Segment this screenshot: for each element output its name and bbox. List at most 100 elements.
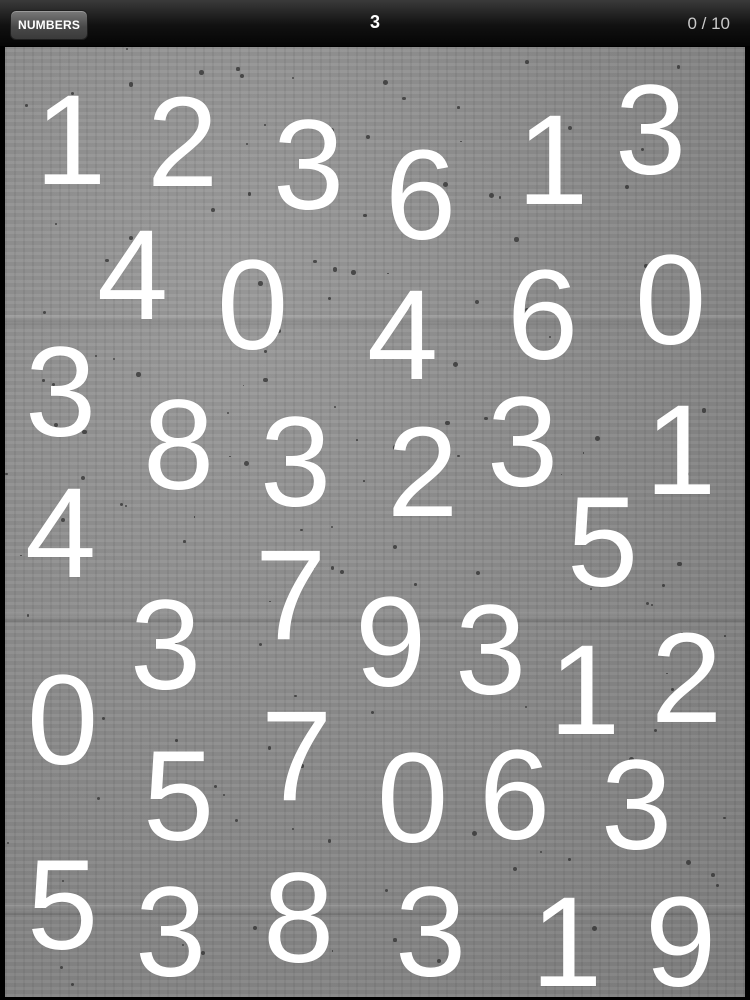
- concrete-pit: [124, 505, 127, 507]
- board-digit[interactable]: 1: [645, 387, 716, 515]
- concrete-pit: [43, 311, 47, 315]
- concrete-pit: [402, 96, 406, 101]
- concrete-pit: [514, 237, 519, 242]
- concrete-pit: [26, 614, 30, 617]
- concrete-pit: [582, 452, 585, 454]
- board-digit[interactable]: 1: [35, 77, 106, 205]
- concrete-pit: [366, 134, 370, 139]
- board-digit[interactable]: 3: [601, 742, 672, 870]
- board-digit[interactable]: 4: [97, 212, 168, 340]
- concrete-pit: [333, 406, 336, 409]
- concrete-pit: [7, 842, 10, 845]
- concrete-pit: [327, 839, 331, 843]
- concrete-pit: [715, 884, 719, 888]
- concrete-pit: [471, 830, 477, 836]
- concrete-pit: [246, 143, 249, 146]
- board-digit[interactable]: 9: [645, 879, 716, 998]
- board-digit[interactable]: 0: [217, 242, 288, 370]
- board-digit[interactable]: 7: [261, 693, 332, 821]
- board-digit[interactable]: 2: [147, 79, 218, 207]
- concrete-pit: [240, 74, 245, 79]
- concrete-pit: [677, 562, 682, 567]
- board-digit[interactable]: 3: [455, 587, 526, 715]
- concrete-pit: [723, 816, 727, 820]
- concrete-pit: [686, 860, 692, 865]
- board-digit[interactable]: 0: [377, 735, 448, 863]
- board-digit[interactable]: 6: [479, 732, 550, 860]
- board-digit[interactable]: 5: [143, 733, 214, 861]
- concrete-pit: [70, 983, 74, 987]
- concrete-pit: [384, 888, 388, 892]
- concrete-pit: [226, 412, 229, 415]
- concrete-pit: [560, 473, 563, 476]
- board-digit[interactable]: 8: [143, 382, 214, 510]
- concrete-pit: [125, 47, 128, 50]
- board-digit[interactable]: 3: [487, 379, 558, 507]
- concrete-pit: [474, 300, 479, 305]
- concrete-pit: [452, 362, 458, 368]
- board-digit[interactable]: 3: [130, 582, 201, 710]
- game-board: 1236134046038323145793312057063538319: [5, 47, 745, 997]
- concrete-pit: [96, 796, 101, 800]
- concrete-pit: [568, 858, 571, 861]
- board-digit[interactable]: 5: [27, 842, 98, 970]
- concrete-pit: [214, 785, 217, 789]
- board-digit[interactable]: 4: [367, 272, 438, 400]
- concrete-pit: [291, 77, 294, 80]
- concrete-pit: [20, 554, 23, 557]
- board-digit[interactable]: 7: [255, 532, 326, 660]
- concrete-pit: [183, 540, 186, 543]
- board-digit[interactable]: 3: [395, 869, 466, 997]
- concrete-pit: [327, 296, 331, 300]
- concrete-pit: [363, 480, 365, 482]
- concrete-pit: [242, 384, 245, 387]
- concrete-pit: [25, 104, 28, 107]
- board-digit[interactable]: 1: [517, 97, 588, 225]
- concrete-pit: [498, 196, 502, 199]
- board-digit[interactable]: 5: [567, 479, 638, 607]
- concrete-pit: [313, 259, 317, 263]
- concrete-pit: [128, 82, 134, 87]
- board-digit[interactable]: 9: [355, 579, 426, 707]
- top-toolbar: NUMBERS 3 0 / 10: [0, 0, 750, 47]
- board-digit[interactable]: 3: [135, 869, 206, 997]
- board-digit[interactable]: 3: [25, 329, 96, 457]
- board-digit[interactable]: 6: [507, 252, 578, 380]
- concrete-pit: [392, 545, 397, 550]
- board-digit[interactable]: 0: [27, 657, 98, 785]
- concrete-pit: [524, 59, 529, 64]
- concrete-pit: [55, 223, 58, 225]
- concrete-pit: [489, 192, 495, 198]
- board-digit[interactable]: 6: [385, 132, 456, 260]
- concrete-pit: [263, 377, 268, 382]
- concrete-pit: [460, 140, 462, 143]
- target-number: 3: [369, 12, 380, 32]
- concrete-pit: [234, 818, 238, 822]
- concrete-pit: [594, 436, 600, 442]
- concrete-pit: [512, 866, 518, 872]
- board-digit[interactable]: 0: [635, 237, 706, 365]
- concrete-pit: [243, 461, 249, 466]
- concrete-pit: [724, 635, 726, 637]
- board-digit[interactable]: 4: [25, 470, 96, 598]
- board-digit[interactable]: 3: [260, 399, 331, 527]
- concrete-pit: [332, 266, 338, 272]
- concrete-pit: [350, 270, 356, 275]
- board-digit[interactable]: 2: [387, 409, 458, 537]
- concrete-pit: [136, 372, 141, 377]
- concrete-pit: [101, 716, 106, 721]
- concrete-pit: [120, 503, 124, 507]
- concrete-pit: [236, 67, 240, 71]
- board-digit[interactable]: 8: [263, 855, 334, 983]
- concrete-pit: [356, 438, 359, 441]
- concrete-pit: [662, 584, 666, 588]
- board-digit[interactable]: 2: [651, 615, 722, 743]
- board-digit[interactable]: 3: [615, 67, 686, 195]
- board-digit[interactable]: 1: [531, 879, 602, 998]
- concrete-pit: [253, 926, 258, 931]
- concrete-pit: [363, 213, 367, 217]
- concrete-pit: [229, 455, 232, 458]
- board-digit[interactable]: 3: [273, 102, 344, 230]
- concrete-pit: [222, 794, 225, 797]
- concrete-pit: [264, 124, 266, 127]
